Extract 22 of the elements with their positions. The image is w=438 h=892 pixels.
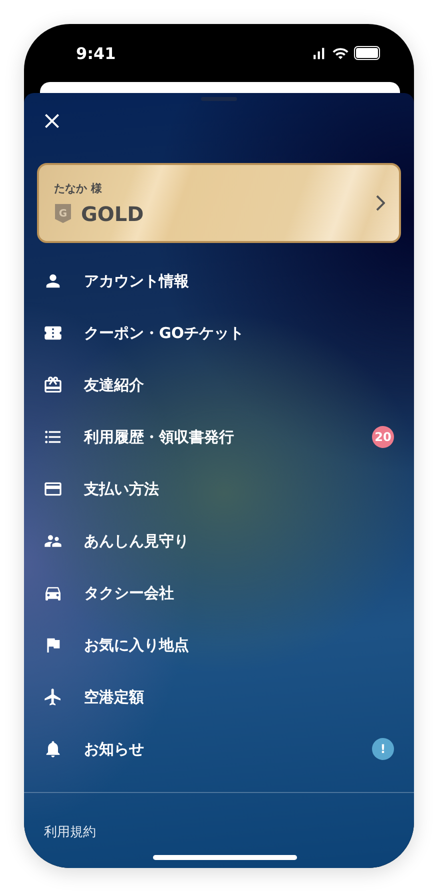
menu-item[interactable]: タクシー会社 [24, 567, 414, 619]
menu-item[interactable]: あんしん見守り [24, 515, 414, 567]
battery-icon [354, 46, 380, 60]
shield-badge-icon: G [54, 203, 72, 224]
menu-item[interactable]: 支払い方法 [24, 463, 414, 515]
gift-icon [43, 375, 63, 395]
footer-link[interactable]: 利用規約 [44, 823, 394, 841]
tier-name: GOLD [81, 202, 144, 226]
member-card[interactable]: たなか 様 G GOLD [37, 163, 401, 243]
member-name: たなか 様 [54, 180, 103, 196]
airplane-icon [43, 687, 63, 707]
menu-item[interactable]: クーポン・GOチケット [24, 307, 414, 359]
menu-item[interactable]: アカウント情報 [24, 255, 414, 307]
menu-item[interactable]: 利用履歴・領収書発行 20 [24, 411, 414, 463]
menu-item[interactable]: 友達紹介 [24, 359, 414, 411]
notification-badge: 20 [372, 426, 394, 448]
menu-item[interactable]: お知らせ ! [24, 723, 414, 775]
notification-badge: ! [372, 738, 394, 760]
chevron-icon [376, 195, 385, 211]
status-time: 9:41 [76, 44, 116, 62]
menu-item[interactable]: 空港定額 [24, 671, 414, 723]
menu-item[interactable]: お気に入り地点 [24, 619, 414, 671]
